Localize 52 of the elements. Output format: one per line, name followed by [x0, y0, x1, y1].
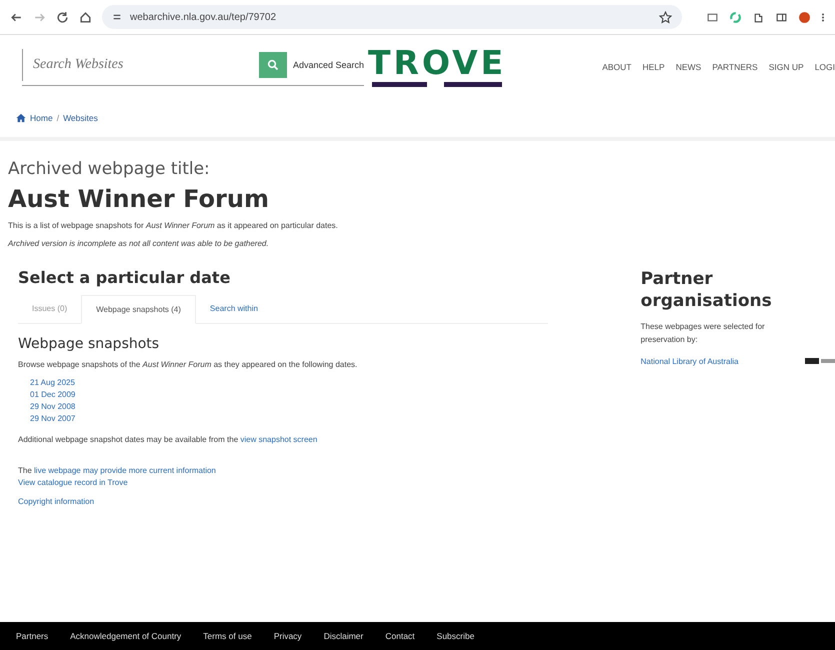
page-title: Aust Winner Forum	[8, 185, 270, 213]
advanced-search-link[interactable]: Advanced Search	[293, 60, 364, 70]
nav-link[interactable]: SIGN UP	[768, 62, 804, 72]
snapshots-intro: Browse webpage snapshots of the Aust Winner Forum as they appeared on the following dates.	[18, 360, 358, 369]
trove-logo[interactable]: TROVE	[368, 46, 506, 88]
nav-link[interactable]: ABOUT	[602, 62, 632, 72]
subsection-heading: Webpage snapshots	[18, 336, 160, 352]
breadcrumb-separator: /	[56, 113, 60, 123]
tab[interactable]: Webpage snapshots (4)	[81, 295, 196, 324]
section-heading: Select a particular date	[18, 268, 232, 287]
nav-link[interactable]: LOGI	[814, 62, 835, 72]
date-link[interactable]: 01 Dec 2009	[30, 390, 548, 399]
footer-link[interactable]: Contact	[385, 631, 415, 641]
footer-link[interactable]: Privacy	[274, 631, 302, 641]
partner-link[interactable]: National Library of Australia	[640, 355, 791, 368]
live-webpage-link[interactable]: live webpage may provide more current information	[34, 466, 216, 475]
date-link[interactable]: 29 Nov 2008	[30, 402, 548, 411]
reload-icon[interactable]	[56, 10, 69, 24]
date-link[interactable]: 21 Aug 2025	[30, 378, 548, 387]
partners-text: These webpages were selected for preservation by:	[640, 321, 766, 346]
breadcrumb-link[interactable]: Home	[30, 113, 53, 123]
home-icon[interactable]	[16, 113, 26, 123]
sidebar-icon[interactable]	[775, 10, 788, 24]
footer-link[interactable]: Disclaimer	[324, 631, 364, 641]
copyright-link[interactable]: Copyright information	[18, 497, 548, 506]
date-link[interactable]: 29 Nov 2007	[30, 414, 548, 423]
home-icon[interactable]	[79, 10, 92, 24]
nav-link[interactable]: PARTNERS	[712, 62, 758, 72]
footer-link[interactable]: Partners	[16, 631, 48, 641]
profile-icon[interactable]	[798, 10, 811, 24]
search-icon	[267, 58, 279, 70]
incomplete-note: Archived version is incomplete as not all content was able to be gathered.	[8, 239, 270, 248]
address-bar[interactable]: webarchive.nla.gov.au/tep/79702	[102, 5, 682, 29]
tab[interactable]: Search within	[196, 295, 272, 323]
partners-heading: Partner organisations	[640, 268, 773, 312]
menu-icon[interactable]	[821, 10, 825, 24]
site-info-icon[interactable]	[112, 12, 122, 22]
nav-link[interactable]: NEWS	[676, 62, 702, 72]
search-button[interactable]	[259, 52, 287, 78]
footer-link[interactable]: Subscribe	[436, 631, 474, 641]
partner-logo-icon	[805, 357, 835, 365]
title-label: Archived webpage title:	[8, 159, 211, 179]
footer-link[interactable]: Terms of use	[203, 631, 252, 641]
breadcrumb-link[interactable]: Websites	[63, 113, 98, 123]
additional-text: Additional webpage snapshot dates may be available from the view snapshot screen	[18, 435, 318, 444]
catalogue-link[interactable]: View catalogue record in Trove	[18, 478, 548, 487]
nav-link[interactable]: HELP	[642, 62, 665, 72]
star-icon[interactable]	[659, 10, 672, 24]
snapshot-screen-link[interactable]: view snapshot screen	[240, 435, 318, 444]
footer-link[interactable]: Acknowledgement of Country	[70, 631, 182, 641]
live-webpage-text: The live webpage may provide more current information	[18, 466, 217, 475]
intro-text: This is a list of webpage snapshots for Aust Winner Forum as it appeared on particular dates.	[8, 221, 339, 230]
